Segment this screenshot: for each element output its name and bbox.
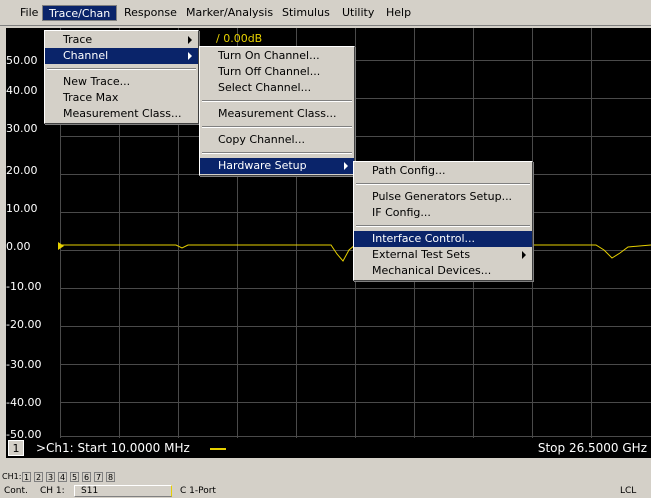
submenu-arrow-icon xyxy=(188,36,192,44)
channel-tab-1[interactable]: 1 xyxy=(22,472,32,482)
sweep-mode: Cont. xyxy=(4,486,28,496)
menu-stimulus[interactable]: Stimulus xyxy=(276,5,336,21)
trace-chan-menu: Trace Channel New Trace... Trace Max Mea… xyxy=(44,30,199,124)
measurement-parameter[interactable]: S11 xyxy=(74,485,172,497)
channel-submenu: Turn On Channel... Turn Off Channel... S… xyxy=(199,46,355,176)
menu-item-external-test-sets[interactable]: External Test Sets xyxy=(354,247,532,263)
channel-tab-7[interactable]: 7 xyxy=(94,472,104,482)
menu-item-copy-channel[interactable]: Copy Channel... xyxy=(200,132,354,148)
trace-legend-line xyxy=(210,448,226,450)
menu-separator xyxy=(202,100,352,102)
plot-footer: 1 >Ch1: Start 10.0000 MHz Stop 26.5000 G… xyxy=(6,438,651,458)
menu-item-label: Trace xyxy=(63,33,93,46)
submenu-arrow-icon xyxy=(188,52,192,60)
menu-separator xyxy=(202,152,352,154)
start-frequency-label: >Ch1: Start 10.0000 MHz xyxy=(36,441,190,455)
status-channel: CH 1: xyxy=(40,486,65,496)
channel-tab-4[interactable]: 4 xyxy=(58,472,68,482)
menu-response[interactable]: Response xyxy=(118,5,183,21)
calibration-status: C 1-Port xyxy=(180,486,216,496)
menu-item-turn-off-channel[interactable]: Turn Off Channel... xyxy=(200,64,354,80)
menu-item-mechanical-devices[interactable]: Mechanical Devices... xyxy=(354,263,532,279)
hardware-setup-submenu: Path Config... Pulse Generators Setup...… xyxy=(353,161,533,281)
channel-tab-3[interactable]: 3 xyxy=(46,472,56,482)
menu-item-label: External Test Sets xyxy=(372,248,471,261)
submenu-arrow-icon xyxy=(344,162,348,170)
menu-item-pulse-generators-setup[interactable]: Pulse Generators Setup... xyxy=(354,189,532,205)
menu-help[interactable]: Help xyxy=(380,5,417,21)
menu-item-path-config[interactable]: Path Config... xyxy=(354,163,532,179)
status-bar: Cont. CH 1: S11 C 1-Port LCL xyxy=(0,484,651,498)
channel-tab-8[interactable]: 8 xyxy=(106,472,116,482)
menu-item-interface-control[interactable]: Interface Control... xyxy=(354,231,532,247)
menu-file[interactable]: File xyxy=(14,5,44,21)
menu-item-trace-max[interactable]: Trace Max xyxy=(45,90,198,106)
menu-separator xyxy=(47,68,196,70)
channel-tab-5[interactable]: 5 xyxy=(70,472,80,482)
channel-number-box[interactable]: 1 xyxy=(8,440,24,456)
menu-item-label: Channel xyxy=(63,49,109,62)
menu-item-channel[interactable]: Channel xyxy=(45,48,198,64)
menu-item-label: Hardware Setup xyxy=(218,159,307,172)
menu-item-measurement-class[interactable]: Measurement Class... xyxy=(200,106,354,122)
stop-frequency-label: Stop 26.5000 GHz xyxy=(537,441,647,455)
menu-item-trace[interactable]: Trace xyxy=(45,32,198,48)
channel-tab-2[interactable]: 2 xyxy=(34,472,44,482)
channel-tab-strip: CH1: 1 2 3 4 5 6 7 8 xyxy=(0,470,200,482)
menu-separator xyxy=(202,126,352,128)
menu-item-if-config[interactable]: IF Config... xyxy=(354,205,532,221)
trace-title: / 0.00dB xyxy=(216,32,263,45)
menu-bar: File Trace/Chan Response Marker/Analysis… xyxy=(0,0,651,26)
menu-item-new-trace[interactable]: New Trace... xyxy=(45,74,198,90)
menu-trace-chan[interactable]: Trace/Chan xyxy=(42,5,118,21)
menu-marker-analysis[interactable]: Marker/Analysis xyxy=(180,5,279,21)
menu-item-measurement-class[interactable]: Measurement Class... xyxy=(45,106,198,122)
channel-tab-6[interactable]: 6 xyxy=(82,472,92,482)
menu-item-select-channel[interactable]: Select Channel... xyxy=(200,80,354,96)
menu-item-turn-on-channel[interactable]: Turn On Channel... xyxy=(200,48,354,64)
submenu-arrow-icon xyxy=(522,251,526,259)
menu-separator xyxy=(356,225,530,227)
menu-item-hardware-setup[interactable]: Hardware Setup xyxy=(200,158,354,174)
menu-separator xyxy=(356,183,530,185)
menu-utility[interactable]: Utility xyxy=(336,5,380,21)
remote-status: LCL xyxy=(620,486,637,496)
tab-strip-label: CH1: xyxy=(2,472,22,481)
